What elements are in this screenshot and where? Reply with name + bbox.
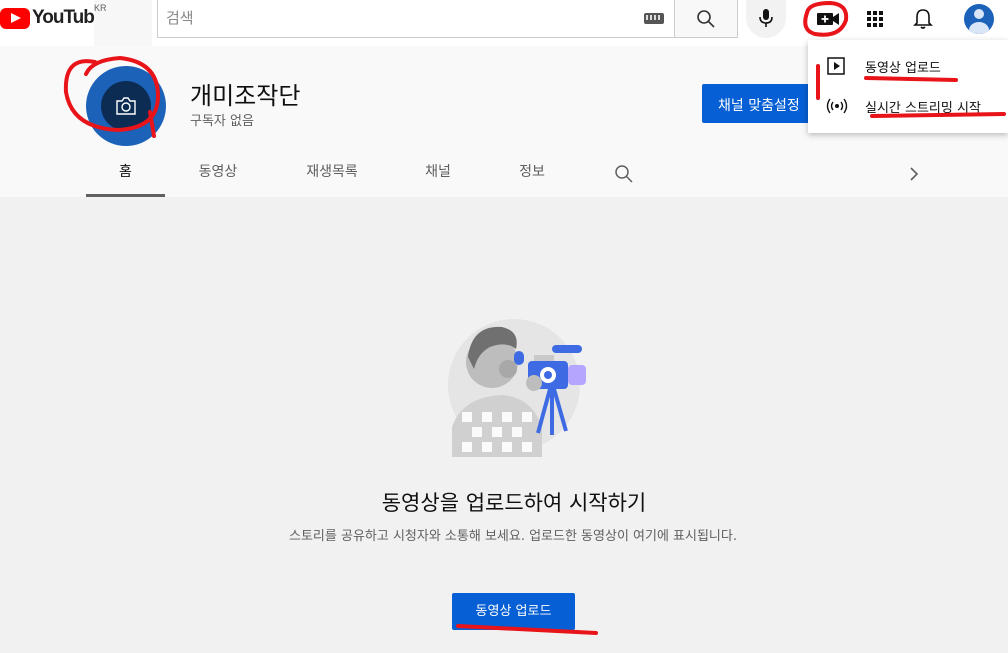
tab-playlists[interactable]: 재생목록 <box>286 150 378 197</box>
customize-channel-button[interactable]: 채널 맞춤설정 <box>702 84 822 123</box>
create-menu: 동영상 업로드 실시간 스트리밍 시작 <box>808 40 1008 133</box>
tab-channels[interactable]: 채널 <box>404 150 472 197</box>
youtube-play-icon <box>0 7 30 29</box>
search-box <box>157 0 675 38</box>
create-button[interactable] <box>815 6 841 32</box>
menu-item-label: 동영상 업로드 <box>865 61 941 76</box>
menu-item-label: 실시간 스트리밍 시작 <box>865 101 981 116</box>
play-box-icon <box>827 57 845 75</box>
apps-button[interactable] <box>862 6 888 32</box>
channel-search-icon[interactable] <box>614 164 634 188</box>
channel-tabs: 홈 동영상 재생목록 채널 정보 <box>86 150 926 197</box>
tab-about[interactable]: 정보 <box>498 150 566 197</box>
logo-text: YouTube <box>32 7 104 28</box>
bell-icon <box>913 9 933 29</box>
apps-grid-icon <box>867 11 883 27</box>
tab-videos[interactable]: 동영상 <box>180 150 256 197</box>
creator-camera-illustration <box>448 319 586 457</box>
channel-name: 개미조작단 <box>190 82 301 110</box>
channel-avatar[interactable] <box>86 66 166 146</box>
empty-state-description: 스토리를 공유하고 시청자와 소통해 보세요. 업로드한 동영상이 여기에 표시… <box>289 529 737 544</box>
youtube-logo[interactable]: YouTube <box>0 7 104 29</box>
search-button[interactable] <box>675 0 738 38</box>
menu-item-upload-video[interactable]: 동영상 업로드 <box>808 48 1008 84</box>
chevron-right-icon[interactable] <box>908 166 920 186</box>
home-empty-state: 동영상을 업로드하여 시작하기 스토리를 공유하고 시청자와 소통해 보세요. … <box>0 197 1008 653</box>
video-add-icon <box>817 13 839 25</box>
search-input[interactable] <box>166 0 626 36</box>
microphone-icon <box>759 9 773 27</box>
live-broadcast-icon <box>826 98 848 114</box>
account-avatar[interactable] <box>964 4 994 34</box>
empty-state-title: 동영상을 업로드하여 시작하기 <box>381 491 647 515</box>
region-code: KR <box>94 3 107 13</box>
upload-video-button[interactable]: 동영상 업로드 <box>452 593 575 630</box>
notifications-button[interactable] <box>910 6 936 32</box>
camera-icon <box>116 97 136 115</box>
keyboard-icon[interactable] <box>644 13 664 24</box>
voice-search-button[interactable] <box>746 0 786 38</box>
tab-home[interactable]: 홈 <box>86 150 165 197</box>
menu-item-go-live[interactable]: 실시간 스트리밍 시작 <box>808 88 1008 124</box>
search-icon <box>697 10 715 28</box>
subscriber-count: 구독자 없음 <box>190 114 254 129</box>
